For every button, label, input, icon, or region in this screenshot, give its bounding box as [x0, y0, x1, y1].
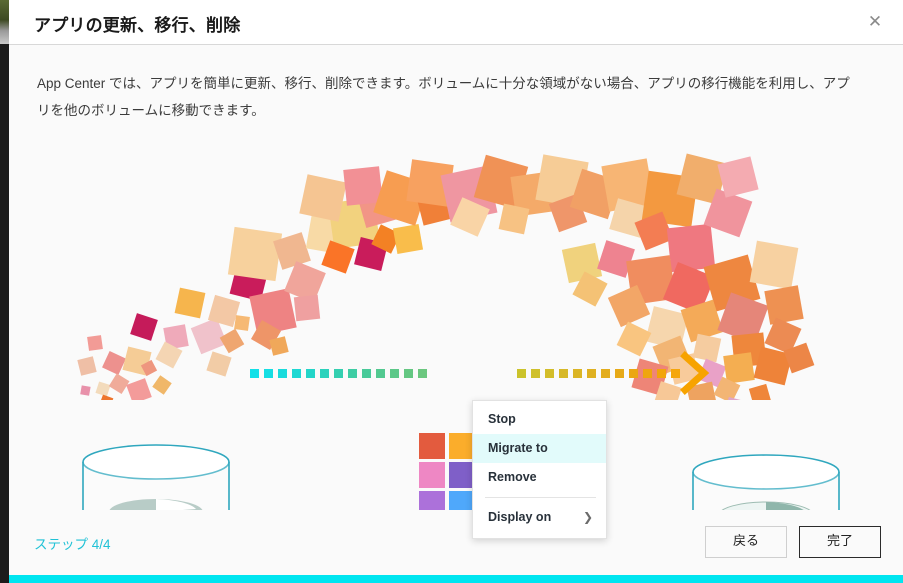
target-volume-cylinder: HDD [692, 454, 840, 510]
context-menu-item-migrate-to[interactable]: Migrate to [473, 434, 606, 463]
context-menu-item-stop[interactable]: Stop [473, 405, 606, 434]
context-menu-item-label: Migrate to [488, 441, 548, 455]
context-menu-item-display-on[interactable]: Display on ❯ [473, 503, 606, 532]
migration-illustration: HDD HDD Raid 1 [9, 140, 903, 510]
confetti-arc [77, 153, 815, 400]
dialog-titlebar: アプリの更新、移行、削除 ✕ [9, 0, 903, 45]
context-menu-divider [485, 497, 596, 498]
background-window-titlebar-sliver [0, 0, 9, 44]
context-menu-item-remove[interactable]: Remove [473, 463, 606, 492]
description-text: App Center では、アプリを簡単に更新、移行、削除できます。ボリュームに… [37, 76, 850, 118]
app-center-dialog: アプリの更新、移行、削除 ✕ App Center では、アプリを簡単に更新、移… [9, 0, 903, 583]
context-menu-item-label: Remove [488, 470, 537, 484]
dialog-footer: ステップ 4/4 戻る 完了 [9, 513, 903, 575]
back-button[interactable]: 戻る [705, 526, 787, 558]
chevron-right-icon: ❯ [582, 510, 593, 524]
background-window-sliver [0, 0, 9, 583]
done-button[interactable]: 完了 [799, 526, 881, 558]
close-icon[interactable]: ✕ [857, 4, 893, 40]
source-volume-cylinder: HDD HDD Raid 1 [82, 444, 230, 510]
accent-bar [9, 575, 903, 583]
page-title: アプリの更新、移行、削除 [34, 16, 241, 35]
footer-buttons: 戻る 完了 [705, 526, 881, 558]
step-indicator: ステップ 4/4 [34, 537, 111, 552]
dialog-body: App Center では、アプリを簡単に更新、移行、削除できます。ボリュームに… [9, 45, 903, 539]
app-window: アプリの更新、移行、削除 ✕ App Center では、アプリを簡単に更新、移… [0, 0, 903, 583]
context-menu[interactable]: Stop Migrate to Remove Display on ❯ [472, 400, 607, 539]
flow-dots-left [250, 369, 427, 378]
context-menu-item-label: Stop [488, 412, 516, 426]
context-menu-item-label: Display on [488, 510, 552, 524]
